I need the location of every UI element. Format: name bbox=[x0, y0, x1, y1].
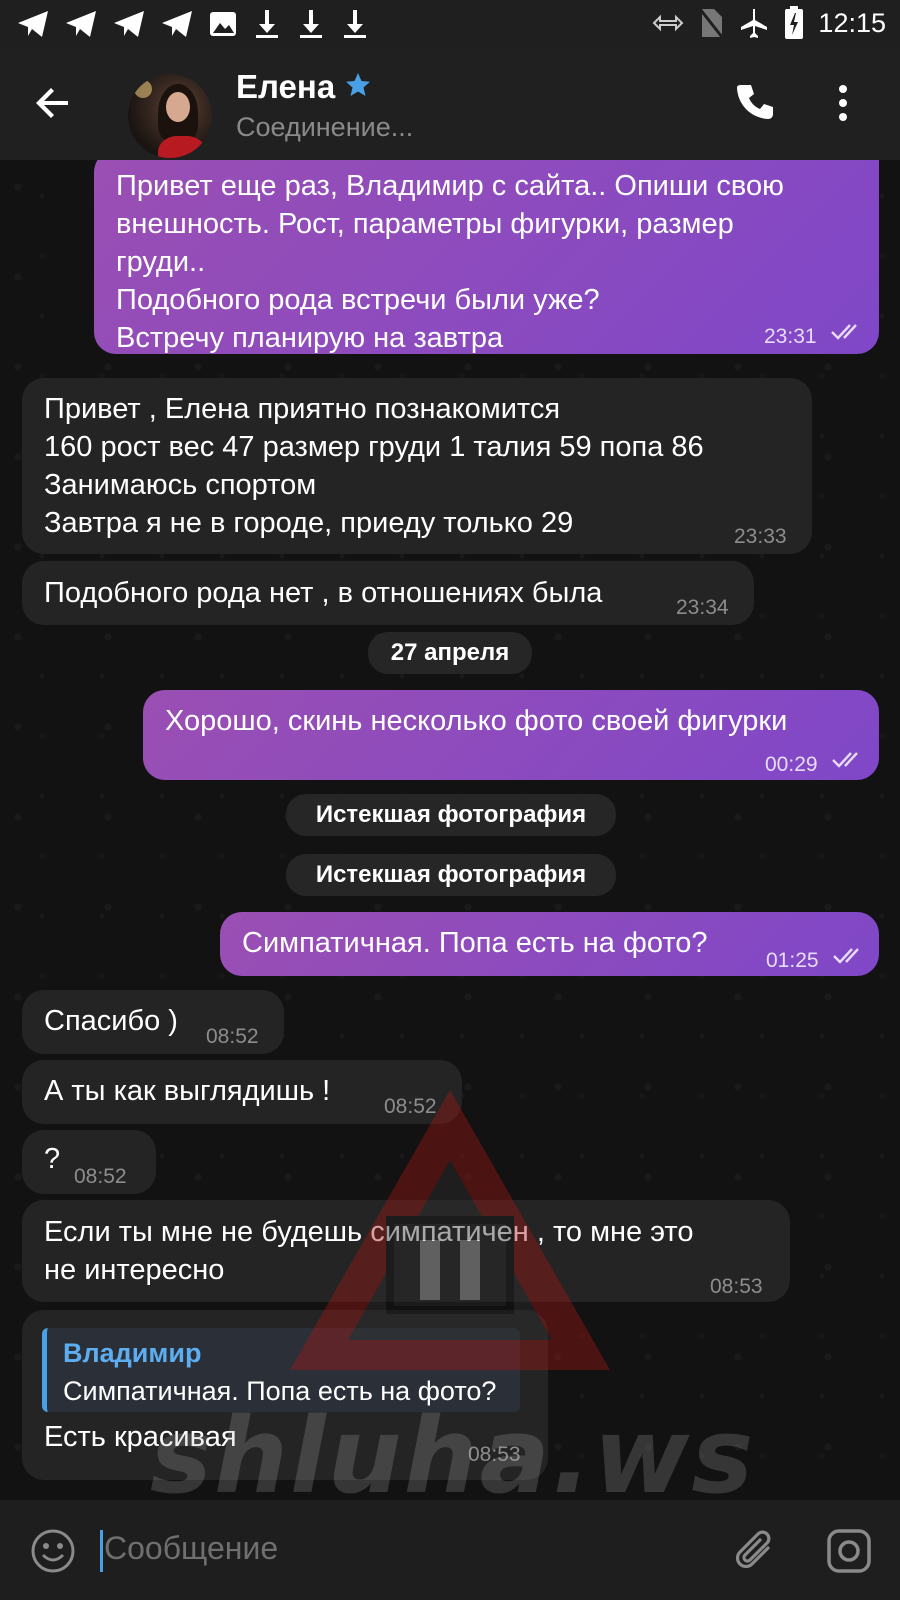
message-time: 08:53 bbox=[710, 1275, 763, 1298]
avatar[interactable] bbox=[128, 74, 212, 158]
message-text: Если ты мне не будешь симпатичен , то мн… bbox=[44, 1216, 694, 1286]
expired-photo-notice: Истекшая фотография bbox=[286, 794, 616, 836]
message-time: 23:33 bbox=[734, 525, 787, 548]
expired-photo-notice: Истекшая фотография bbox=[286, 854, 616, 896]
battery-icon bbox=[785, 6, 804, 39]
message-text: Привет еще раз, Владимир с сайта.. Опиши… bbox=[116, 170, 784, 354]
no-sim-icon bbox=[699, 8, 724, 38]
message-text: Привет , Елена приятно познакомится 160 … bbox=[44, 393, 704, 539]
message-bubble-incoming[interactable]: Спасибо ) 08:52 bbox=[22, 990, 284, 1054]
message-text: Спасибо ) bbox=[44, 1005, 178, 1037]
system-icons: 12:15 bbox=[652, 6, 886, 40]
message-time: 01:25 bbox=[766, 949, 819, 972]
airplane-icon bbox=[741, 9, 768, 38]
download-icon bbox=[256, 10, 278, 38]
double-check-icon bbox=[832, 752, 858, 768]
message-text: Симпатичная. Попа есть на фото? bbox=[242, 927, 708, 959]
message-input[interactable]: Сообщение bbox=[104, 1530, 278, 1567]
message-time: 00:29 bbox=[765, 753, 818, 776]
message-time: 23:31 bbox=[764, 325, 817, 348]
connection-status: Соединение... bbox=[236, 112, 414, 142]
message-time: 23:34 bbox=[676, 596, 729, 619]
telegram-icon bbox=[18, 11, 48, 37]
double-check-icon bbox=[833, 948, 859, 964]
status-bar: 12:15 bbox=[0, 0, 900, 50]
message-time: 08:52 bbox=[74, 1165, 127, 1188]
notification-icons bbox=[16, 8, 370, 40]
telegram-icon bbox=[114, 11, 144, 37]
message-bubble-outgoing[interactable]: Хорошо, скинь несколько фото своей фигур… bbox=[143, 690, 879, 780]
emoji-icon[interactable] bbox=[30, 1528, 76, 1574]
phone-icon[interactable] bbox=[736, 82, 774, 122]
chat-header: Елена Соединение... bbox=[0, 50, 900, 160]
telegram-icon bbox=[162, 11, 192, 37]
message-bubble-incoming[interactable]: Подобного рода нет , в отношениях была 2… bbox=[22, 561, 754, 625]
message-bubble-incoming[interactable]: Привет , Елена приятно познакомится 160 … bbox=[22, 378, 812, 554]
message-text: ? bbox=[44, 1143, 61, 1175]
text-cursor bbox=[100, 1530, 103, 1572]
message-text: А ты как выглядишь ! bbox=[44, 1075, 331, 1107]
message-text: Хорошо, скинь несколько фото своей фигур… bbox=[165, 705, 788, 737]
camera-icon[interactable] bbox=[826, 1528, 872, 1574]
data-saver-icon bbox=[653, 14, 684, 32]
message-text: Подобного рода нет , в отношениях была bbox=[44, 577, 603, 609]
message-bubble-outgoing[interactable]: Привет еще раз, Владимир с сайта.. Опиши… bbox=[94, 160, 879, 354]
message-time: 08:52 bbox=[384, 1095, 437, 1118]
message-list[interactable]: Привет еще раз, Владимир с сайта.. Опиши… bbox=[0, 160, 900, 1500]
message-bubble-incoming[interactable]: А ты как выглядишь ! 08:52 bbox=[22, 1060, 462, 1124]
reply-author: Владимир bbox=[63, 1338, 202, 1368]
message-bubble-incoming[interactable]: Если ты мне не будешь симпатичен , то мн… bbox=[22, 1200, 790, 1302]
telegram-icon bbox=[66, 11, 96, 37]
attach-icon[interactable] bbox=[734, 1526, 778, 1574]
clock: 12:15 bbox=[818, 7, 886, 38]
message-composer: Сообщение bbox=[0, 1500, 900, 1600]
back-arrow-icon[interactable] bbox=[34, 83, 74, 123]
image-icon bbox=[210, 12, 236, 36]
contact-name[interactable]: Елена bbox=[236, 68, 335, 106]
download-icon bbox=[344, 10, 366, 38]
download-icon bbox=[300, 10, 322, 38]
message-time: 08:52 bbox=[206, 1025, 259, 1048]
double-check-icon bbox=[831, 324, 857, 340]
more-vertical-icon[interactable] bbox=[838, 84, 848, 122]
date-divider: 27 апреля bbox=[368, 632, 532, 674]
message-bubble-outgoing[interactable]: Симпатичная. Попа есть на фото? 01:25 bbox=[220, 912, 879, 976]
watermark-text: shluha.ws bbox=[150, 1395, 756, 1517]
message-bubble-incoming[interactable]: ? 08:52 bbox=[22, 1130, 156, 1194]
star-icon bbox=[346, 73, 370, 96]
